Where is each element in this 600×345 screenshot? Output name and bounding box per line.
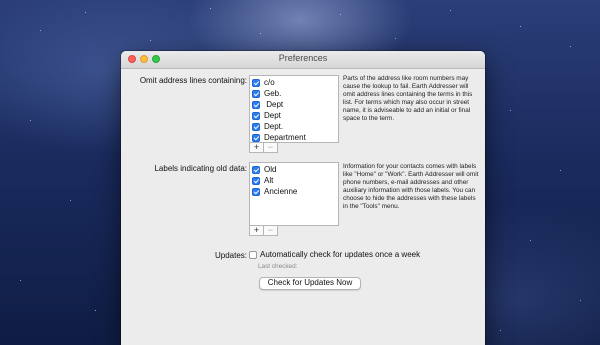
old-labels-label: Labels indicating old data: [154, 164, 247, 173]
list-item-label: Geb. [264, 89, 282, 98]
last-checked-text: Last checked: [258, 263, 298, 270]
omit-help-text: Parts of the address like room numbers m… [343, 75, 473, 123]
checkbox[interactable] [252, 188, 260, 196]
checkbox[interactable] [252, 90, 260, 98]
auto-update-label[interactable]: Automatically check for updates once a w… [260, 250, 420, 259]
list-item[interactable]: Alt [250, 176, 338, 187]
list-item[interactable]: Ancienne [250, 187, 338, 198]
list-item-label: Dept. [264, 122, 284, 131]
omit-terms-list[interactable]: c/o Geb. Dept Dept Dept. Department [249, 75, 339, 143]
updates-label: Updates: [214, 251, 247, 260]
check-for-updates-button[interactable]: Check for Updates Now [259, 277, 361, 290]
list-item-label: Dept [264, 100, 284, 109]
list-item-label: c/o [264, 78, 275, 87]
omit-lines-label: Omit address lines containing: [139, 76, 247, 85]
remove-term-button[interactable]: − [263, 142, 278, 153]
list-item[interactable]: Dept. [250, 122, 338, 133]
list-item-label: Old [264, 165, 277, 174]
window-title: Preferences [278, 53, 328, 63]
auto-update-checkbox[interactable] [249, 251, 257, 259]
labels-help-text: Information for your contacts comes with… [343, 163, 479, 211]
preferences-window: Preferences Omit address lines containin… [121, 51, 485, 345]
list-item-label: Alt [264, 176, 274, 185]
add-label-button[interactable]: + [249, 225, 264, 236]
checkbox[interactable] [252, 112, 260, 120]
list-item[interactable]: Dept [250, 111, 338, 122]
remove-label-button[interactable]: − [263, 225, 278, 236]
checkbox[interactable] [252, 79, 260, 87]
desktop: { "window": { "title": "Preferences" }, … [0, 0, 600, 345]
list-item-label: Ancienne [264, 187, 298, 196]
title-bar[interactable]: Preferences [121, 51, 485, 69]
checkbox[interactable] [252, 134, 260, 142]
list-item[interactable]: c/o [250, 78, 338, 89]
list-item[interactable]: Geb. [250, 89, 338, 100]
checkbox[interactable] [252, 123, 260, 131]
list-item[interactable]: Dept [250, 100, 338, 111]
list-item-label: Dept [264, 111, 281, 120]
add-term-button[interactable]: + [249, 142, 264, 153]
checkbox[interactable] [252, 166, 260, 174]
old-labels-list[interactable]: Old Alt Ancienne [249, 162, 339, 226]
checkbox[interactable] [252, 177, 260, 185]
checkbox[interactable] [252, 101, 260, 109]
list-item[interactable]: Old [250, 165, 338, 176]
